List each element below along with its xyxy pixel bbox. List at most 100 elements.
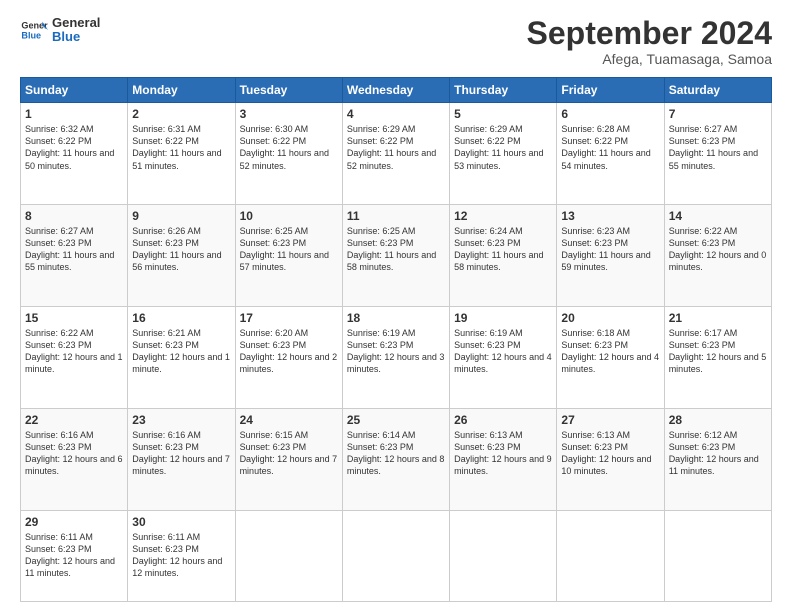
calendar-cell: 12 Sunrise: 6:24 AMSunset: 6:23 PMDaylig…	[450, 205, 557, 307]
day-number: 24	[240, 413, 338, 427]
day-number: 12	[454, 209, 552, 223]
day-info: Sunrise: 6:23 AMSunset: 6:23 PMDaylight:…	[561, 225, 659, 274]
day-number: 10	[240, 209, 338, 223]
day-info: Sunrise: 6:32 AMSunset: 6:22 PMDaylight:…	[25, 123, 123, 172]
calendar-cell: 25 Sunrise: 6:14 AMSunset: 6:23 PMDaylig…	[342, 408, 449, 510]
day-number: 3	[240, 107, 338, 121]
calendar-cell	[235, 510, 342, 601]
calendar-cell: 17 Sunrise: 6:20 AMSunset: 6:23 PMDaylig…	[235, 306, 342, 408]
day-info: Sunrise: 6:13 AMSunset: 6:23 PMDaylight:…	[454, 429, 552, 478]
day-info: Sunrise: 6:29 AMSunset: 6:22 PMDaylight:…	[454, 123, 552, 172]
weekday-header-sunday: Sunday	[21, 78, 128, 103]
calendar-cell: 11 Sunrise: 6:25 AMSunset: 6:23 PMDaylig…	[342, 205, 449, 307]
day-info: Sunrise: 6:14 AMSunset: 6:23 PMDaylight:…	[347, 429, 445, 478]
calendar-cell	[664, 510, 771, 601]
day-info: Sunrise: 6:22 AMSunset: 6:23 PMDaylight:…	[25, 327, 123, 376]
calendar-cell: 21 Sunrise: 6:17 AMSunset: 6:23 PMDaylig…	[664, 306, 771, 408]
day-number: 5	[454, 107, 552, 121]
day-info: Sunrise: 6:13 AMSunset: 6:23 PMDaylight:…	[561, 429, 659, 478]
calendar-cell: 16 Sunrise: 6:21 AMSunset: 6:23 PMDaylig…	[128, 306, 235, 408]
day-number: 18	[347, 311, 445, 325]
calendar-cell: 18 Sunrise: 6:19 AMSunset: 6:23 PMDaylig…	[342, 306, 449, 408]
day-info: Sunrise: 6:28 AMSunset: 6:22 PMDaylight:…	[561, 123, 659, 172]
weekday-header-wednesday: Wednesday	[342, 78, 449, 103]
day-number: 28	[669, 413, 767, 427]
calendar-cell: 29 Sunrise: 6:11 AMSunset: 6:23 PMDaylig…	[21, 510, 128, 601]
calendar-cell	[342, 510, 449, 601]
day-number: 1	[25, 107, 123, 121]
logo-general: General	[52, 16, 100, 30]
calendar-cell: 26 Sunrise: 6:13 AMSunset: 6:23 PMDaylig…	[450, 408, 557, 510]
calendar-cell: 6 Sunrise: 6:28 AMSunset: 6:22 PMDayligh…	[557, 103, 664, 205]
day-number: 22	[25, 413, 123, 427]
day-info: Sunrise: 6:16 AMSunset: 6:23 PMDaylight:…	[25, 429, 123, 478]
logo: General Blue General Blue	[20, 16, 100, 45]
calendar-cell: 20 Sunrise: 6:18 AMSunset: 6:23 PMDaylig…	[557, 306, 664, 408]
day-number: 9	[132, 209, 230, 223]
day-info: Sunrise: 6:19 AMSunset: 6:23 PMDaylight:…	[454, 327, 552, 376]
week-row-5: 29 Sunrise: 6:11 AMSunset: 6:23 PMDaylig…	[21, 510, 772, 601]
week-row-3: 15 Sunrise: 6:22 AMSunset: 6:23 PMDaylig…	[21, 306, 772, 408]
day-info: Sunrise: 6:18 AMSunset: 6:23 PMDaylight:…	[561, 327, 659, 376]
day-info: Sunrise: 6:21 AMSunset: 6:23 PMDaylight:…	[132, 327, 230, 376]
day-number: 29	[25, 515, 123, 529]
day-number: 16	[132, 311, 230, 325]
day-number: 13	[561, 209, 659, 223]
day-number: 11	[347, 209, 445, 223]
weekday-header-tuesday: Tuesday	[235, 78, 342, 103]
day-number: 21	[669, 311, 767, 325]
calendar-cell: 19 Sunrise: 6:19 AMSunset: 6:23 PMDaylig…	[450, 306, 557, 408]
day-info: Sunrise: 6:20 AMSunset: 6:23 PMDaylight:…	[240, 327, 338, 376]
day-number: 6	[561, 107, 659, 121]
weekday-header-thursday: Thursday	[450, 78, 557, 103]
calendar-cell: 24 Sunrise: 6:15 AMSunset: 6:23 PMDaylig…	[235, 408, 342, 510]
calendar-cell: 13 Sunrise: 6:23 AMSunset: 6:23 PMDaylig…	[557, 205, 664, 307]
logo-icon: General Blue	[20, 16, 48, 44]
calendar-cell: 15 Sunrise: 6:22 AMSunset: 6:23 PMDaylig…	[21, 306, 128, 408]
title-block: September 2024 Afega, Tuamasaga, Samoa	[527, 16, 772, 67]
weekday-header-monday: Monday	[128, 78, 235, 103]
day-info: Sunrise: 6:25 AMSunset: 6:23 PMDaylight:…	[347, 225, 445, 274]
logo-blue: Blue	[52, 30, 100, 44]
day-info: Sunrise: 6:15 AMSunset: 6:23 PMDaylight:…	[240, 429, 338, 478]
day-info: Sunrise: 6:19 AMSunset: 6:23 PMDaylight:…	[347, 327, 445, 376]
day-number: 27	[561, 413, 659, 427]
week-row-2: 8 Sunrise: 6:27 AMSunset: 6:23 PMDayligh…	[21, 205, 772, 307]
day-info: Sunrise: 6:31 AMSunset: 6:22 PMDaylight:…	[132, 123, 230, 172]
day-number: 14	[669, 209, 767, 223]
day-number: 2	[132, 107, 230, 121]
day-info: Sunrise: 6:11 AMSunset: 6:23 PMDaylight:…	[25, 531, 123, 580]
calendar-cell	[557, 510, 664, 601]
calendar-cell	[450, 510, 557, 601]
calendar-cell: 8 Sunrise: 6:27 AMSunset: 6:23 PMDayligh…	[21, 205, 128, 307]
day-info: Sunrise: 6:29 AMSunset: 6:22 PMDaylight:…	[347, 123, 445, 172]
day-number: 17	[240, 311, 338, 325]
calendar-cell: 27 Sunrise: 6:13 AMSunset: 6:23 PMDaylig…	[557, 408, 664, 510]
calendar-cell: 1 Sunrise: 6:32 AMSunset: 6:22 PMDayligh…	[21, 103, 128, 205]
page: General Blue General Blue September 2024…	[0, 0, 792, 612]
day-number: 30	[132, 515, 230, 529]
calendar-cell: 22 Sunrise: 6:16 AMSunset: 6:23 PMDaylig…	[21, 408, 128, 510]
calendar-cell: 14 Sunrise: 6:22 AMSunset: 6:23 PMDaylig…	[664, 205, 771, 307]
calendar-cell: 5 Sunrise: 6:29 AMSunset: 6:22 PMDayligh…	[450, 103, 557, 205]
day-number: 19	[454, 311, 552, 325]
day-number: 25	[347, 413, 445, 427]
weekday-header-saturday: Saturday	[664, 78, 771, 103]
calendar-cell: 30 Sunrise: 6:11 AMSunset: 6:23 PMDaylig…	[128, 510, 235, 601]
day-info: Sunrise: 6:24 AMSunset: 6:23 PMDaylight:…	[454, 225, 552, 274]
weekday-header-row: SundayMondayTuesdayWednesdayThursdayFrid…	[21, 78, 772, 103]
header: General Blue General Blue September 2024…	[20, 16, 772, 67]
calendar-cell: 4 Sunrise: 6:29 AMSunset: 6:22 PMDayligh…	[342, 103, 449, 205]
day-info: Sunrise: 6:27 AMSunset: 6:23 PMDaylight:…	[25, 225, 123, 274]
day-info: Sunrise: 6:11 AMSunset: 6:23 PMDaylight:…	[132, 531, 230, 580]
day-number: 26	[454, 413, 552, 427]
calendar-cell: 2 Sunrise: 6:31 AMSunset: 6:22 PMDayligh…	[128, 103, 235, 205]
calendar-cell: 7 Sunrise: 6:27 AMSunset: 6:23 PMDayligh…	[664, 103, 771, 205]
day-info: Sunrise: 6:26 AMSunset: 6:23 PMDaylight:…	[132, 225, 230, 274]
svg-text:Blue: Blue	[21, 31, 41, 41]
day-number: 4	[347, 107, 445, 121]
day-info: Sunrise: 6:27 AMSunset: 6:23 PMDaylight:…	[669, 123, 767, 172]
day-info: Sunrise: 6:30 AMSunset: 6:22 PMDaylight:…	[240, 123, 338, 172]
day-number: 20	[561, 311, 659, 325]
day-number: 15	[25, 311, 123, 325]
